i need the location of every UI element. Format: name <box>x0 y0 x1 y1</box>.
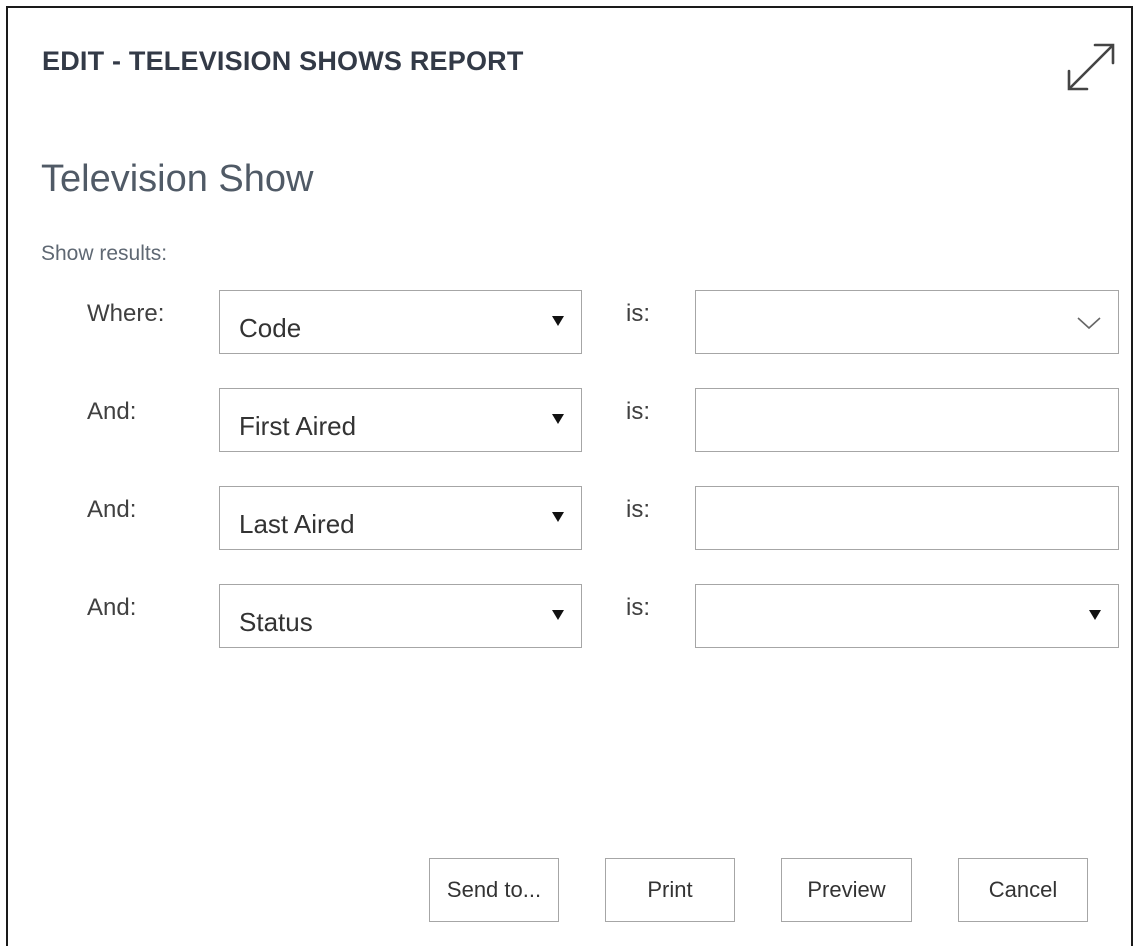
last-aired-value-input[interactable] <box>695 486 1119 550</box>
preview-button[interactable]: Preview <box>781 858 912 922</box>
cancel-button[interactable]: Cancel <box>958 858 1088 922</box>
page-title: Television Show <box>41 158 314 200</box>
filter-row-first-aired: And: First Aired is: <box>8 388 1135 454</box>
first-aired-value-input[interactable] <box>695 388 1119 452</box>
field-select-code[interactable]: Code <box>219 290 582 354</box>
field-select-value: Last Aired <box>239 509 355 539</box>
filter-row-code: Where: Code is: <box>8 290 1135 356</box>
filter-row-label: Where: <box>87 300 165 327</box>
filter-row-label: And: <box>87 594 137 621</box>
caret-down-icon <box>552 610 564 620</box>
filter-row-status: And: Status is: <box>8 584 1135 650</box>
caret-down-icon <box>552 414 564 424</box>
field-select-value: First Aired <box>239 411 357 441</box>
caret-down-icon <box>552 316 564 326</box>
caret-down-icon <box>552 512 564 522</box>
field-select-status[interactable]: Status <box>219 584 582 648</box>
print-button[interactable]: Print <box>605 858 735 922</box>
caret-down-icon <box>1089 610 1101 620</box>
operator-label: is: <box>626 594 650 621</box>
operator-label: is: <box>626 300 650 327</box>
operator-label: is: <box>626 398 650 425</box>
report-dialog: EDIT - TELEVISION SHOWS REPORT Televisio… <box>6 6 1133 946</box>
status-value-select[interactable] <box>695 584 1119 648</box>
field-select-first-aired[interactable]: First Aired <box>219 388 582 452</box>
filter-row-label: And: <box>87 398 137 425</box>
code-value-combobox[interactable] <box>695 290 1119 354</box>
operator-label: is: <box>626 496 650 523</box>
chevron-down-icon[interactable] <box>1076 315 1102 331</box>
expand-icon[interactable] <box>1062 38 1120 96</box>
filter-row-last-aired: And: Last Aired is: <box>8 486 1135 552</box>
field-select-last-aired[interactable]: Last Aired <box>219 486 582 550</box>
field-select-value: Status <box>239 607 313 637</box>
field-select-value: Code <box>239 313 302 343</box>
send-to-button[interactable]: Send to... <box>429 858 559 922</box>
show-results-label: Show results: <box>41 242 168 265</box>
dialog-header-title: EDIT - TELEVISION SHOWS REPORT <box>42 46 524 76</box>
filter-row-label: And: <box>87 496 137 523</box>
